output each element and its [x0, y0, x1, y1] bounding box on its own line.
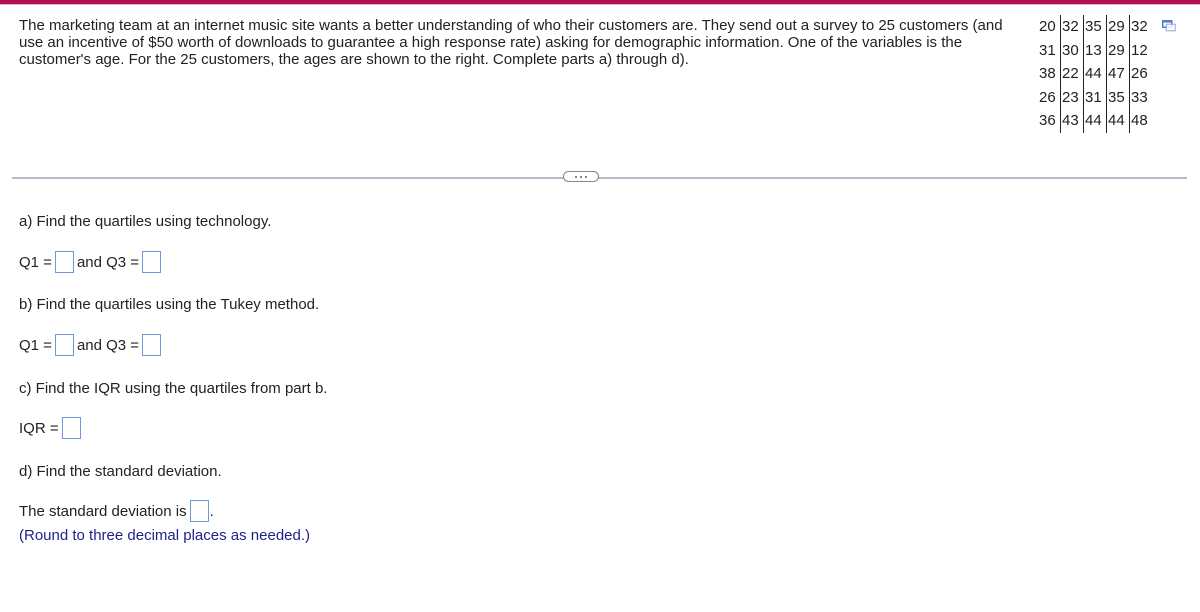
age-cell: 44 — [1083, 109, 1107, 133]
sd-label: The standard deviation is — [19, 502, 187, 520]
ages-row: 31 30 13 29 12 — [1039, 38, 1152, 62]
age-cell: 35 — [1083, 15, 1107, 39]
section-divider — [12, 177, 1187, 179]
age-cell: 12 — [1129, 38, 1152, 62]
part-b-q1-input[interactable] — [54, 334, 74, 356]
rounding-note: (Round to three decimal places as needed… — [19, 527, 311, 544]
and-q3-label: and Q3 = — [76, 253, 140, 271]
part-c-iqr-input[interactable] — [61, 417, 81, 439]
age-cell: 31 — [1083, 85, 1107, 109]
part-d-sd-input[interactable] — [189, 500, 209, 522]
ages-row: 38 22 44 47 26 — [1039, 62, 1152, 86]
age-cell: 29 — [1106, 38, 1130, 62]
ages-row: 20 32 35 29 32 — [1039, 15, 1152, 39]
age-cell: 33 — [1129, 85, 1152, 109]
expand-collapse-button[interactable] — [563, 171, 599, 182]
age-cell: 35 — [1106, 85, 1130, 109]
part-d-prompt: d) Find the standard deviation. — [19, 463, 222, 480]
part-d-answer-row: The standard deviation is . — [19, 500, 214, 522]
age-cell: 31 — [1039, 41, 1056, 59]
age-cell: 30 — [1060, 38, 1084, 62]
part-c-prompt: c) Find the IQR using the quartiles from… — [19, 380, 328, 397]
and-q3-label: and Q3 = — [76, 336, 140, 354]
q1-label: Q1 = — [19, 253, 52, 271]
q1-label: Q1 = — [19, 336, 52, 354]
iqr-label: IQR = — [19, 419, 59, 437]
age-cell: 48 — [1129, 109, 1152, 133]
part-b-answer-row: Q1 = and Q3 = — [19, 334, 164, 356]
age-cell: 44 — [1106, 109, 1130, 133]
age-cell: 44 — [1083, 62, 1107, 86]
more-dots-icon — [580, 175, 582, 178]
ages-row: 36 43 44 44 48 — [1039, 109, 1152, 133]
part-c-answer-row: IQR = — [19, 417, 84, 439]
age-cell: 23 — [1060, 85, 1084, 109]
age-cell: 38 — [1039, 65, 1056, 82]
more-dots-icon — [585, 175, 587, 178]
age-cell: 43 — [1060, 109, 1084, 133]
age-cell: 47 — [1106, 62, 1130, 86]
part-b-prompt: b) Find the quartiles using the Tukey me… — [19, 296, 320, 313]
age-cell: 36 — [1039, 112, 1056, 129]
part-a-q3-input[interactable] — [142, 251, 162, 273]
sd-suffix: . — [209, 502, 214, 520]
more-dots-icon — [575, 175, 577, 178]
age-cell: 32 — [1060, 15, 1084, 39]
top-accent-bar — [0, 0, 1200, 5]
age-cell: 26 — [1129, 62, 1152, 86]
age-cell: 13 — [1083, 38, 1107, 62]
ages-data-table: 20 32 35 29 32 31 30 13 29 12 38 22 44 47 26 26 23 31 35 33… — [1039, 15, 1152, 133]
part-a-q1-input[interactable] — [54, 251, 74, 273]
age-cell: 22 — [1060, 62, 1084, 86]
part-b-q3-input[interactable] — [142, 334, 162, 356]
part-a-prompt: a) Find the quartiles using technology. — [19, 213, 272, 230]
age-cell: 29 — [1106, 15, 1130, 39]
age-cell: 26 — [1039, 88, 1056, 106]
ages-row: 26 23 31 35 33 — [1039, 85, 1152, 109]
part-a-answer-row: Q1 = and Q3 = — [19, 251, 164, 273]
age-cell: 20 — [1039, 18, 1056, 35]
problem-statement: The marketing team at an internet music … — [19, 17, 1003, 68]
age-cell: 32 — [1129, 15, 1152, 39]
copy-data-icon[interactable] — [1162, 20, 1176, 32]
